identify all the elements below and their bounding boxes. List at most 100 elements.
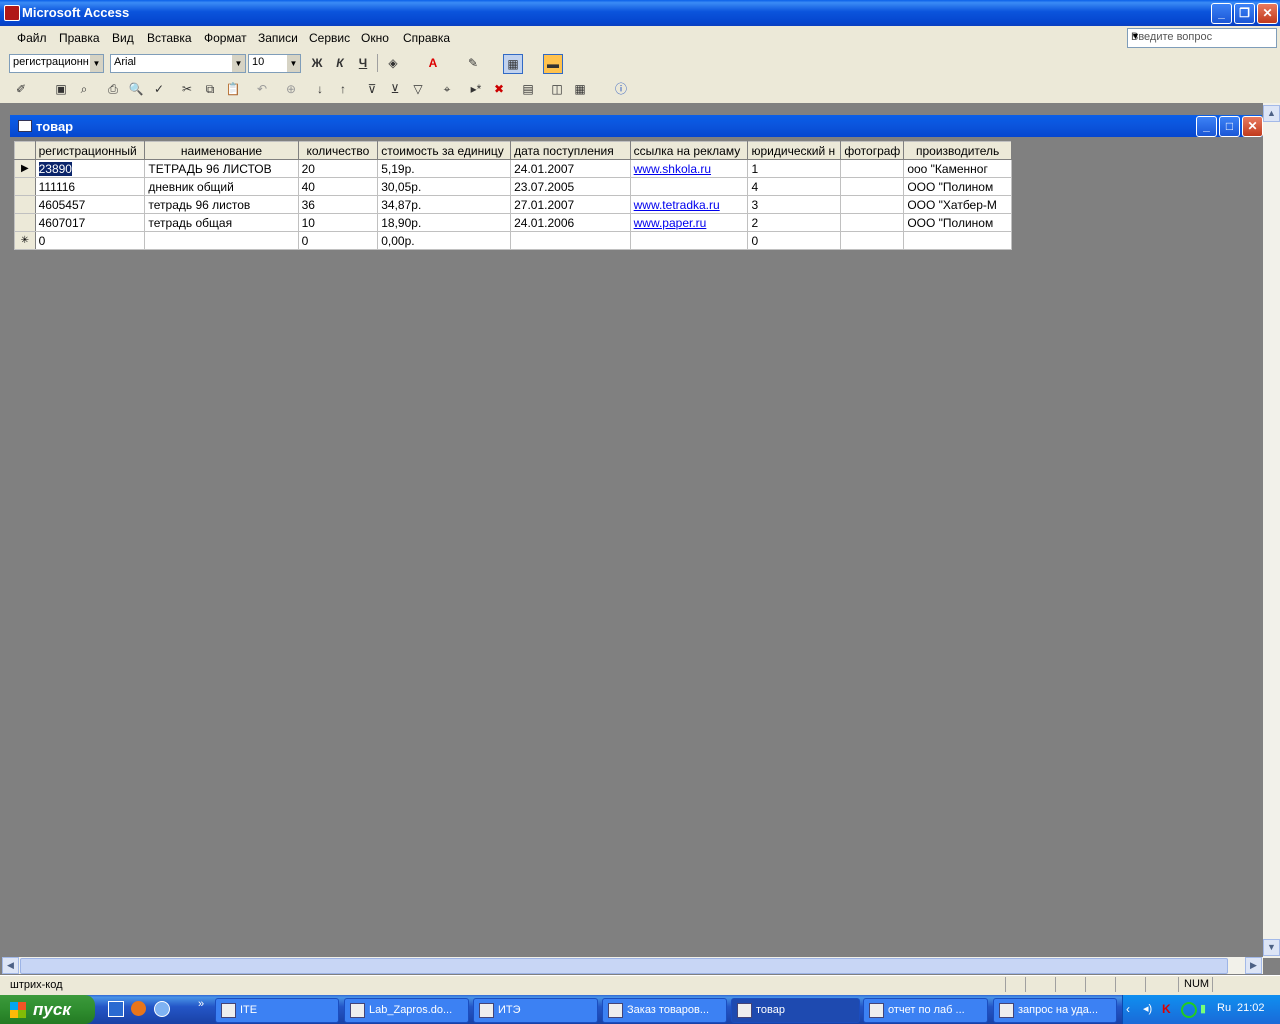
help-icon[interactable]: ⓘ: [612, 80, 630, 98]
ad-link[interactable]: www.shkola.ru: [634, 162, 711, 176]
table-cell[interactable]: [629, 177, 749, 196]
minimize-button[interactable]: _: [1211, 3, 1232, 24]
column-header[interactable]: регистрационный: [34, 141, 146, 160]
table-cell[interactable]: [840, 195, 905, 214]
menu-records[interactable]: Записи: [258, 31, 298, 45]
child-maximize-button[interactable]: □: [1219, 116, 1240, 137]
scroll-thumb[interactable]: [20, 958, 1228, 974]
table-cell[interactable]: 30,05р.: [377, 177, 512, 196]
column-header[interactable]: ссылка на рекламу: [629, 141, 749, 160]
scroll-up-icon[interactable]: ▲: [1263, 105, 1280, 122]
signal-icon[interactable]: ▮: [1200, 1002, 1206, 1015]
record-selector[interactable]: [14, 177, 36, 196]
table-cell[interactable]: 0: [297, 231, 379, 250]
column-header[interactable]: количество: [297, 141, 379, 160]
table-cell[interactable]: 4607017: [34, 213, 146, 232]
special-effect-icon[interactable]: ▬: [543, 54, 563, 74]
table-cell[interactable]: [144, 231, 299, 250]
table-cell[interactable]: [510, 231, 631, 250]
table-cell[interactable]: 23.07.2005: [510, 177, 631, 196]
sort-ascending-icon[interactable]: ↓: [311, 80, 329, 98]
table-cell[interactable]: [840, 159, 905, 178]
spelling-icon[interactable]: ✓: [150, 80, 168, 98]
chevron-down-icon[interactable]: ▼: [1131, 31, 1274, 41]
table-cell[interactable]: 23890: [34, 159, 146, 178]
ad-link[interactable]: www.paper.ru: [634, 216, 707, 230]
file-search-icon[interactable]: ⌕: [75, 80, 93, 98]
new-record-icon[interactable]: ✳: [14, 231, 36, 250]
column-header[interactable]: юридический н: [747, 141, 842, 160]
table-cell[interactable]: 10: [297, 213, 379, 232]
delete-record-icon[interactable]: ✖: [490, 80, 508, 98]
antivirus-icon[interactable]: K: [1162, 1002, 1171, 1016]
table-cell[interactable]: 1: [747, 159, 842, 178]
table-cell[interactable]: 34,87р.: [377, 195, 512, 214]
column-header[interactable]: фотограф: [840, 141, 905, 160]
apply-filter-icon[interactable]: ▽: [409, 80, 427, 98]
menu-help[interactable]: Справка: [403, 31, 450, 45]
child-close-button[interactable]: ✕: [1242, 116, 1263, 137]
view-design-icon[interactable]: ✐: [12, 80, 30, 98]
table-cell[interactable]: www.paper.ru: [629, 213, 749, 232]
print-preview-icon[interactable]: 🔍: [127, 80, 145, 98]
ad-link[interactable]: www.tetradka.ru: [634, 198, 720, 212]
underline-button[interactable]: Ч: [354, 54, 372, 72]
table-cell[interactable]: www.tetradka.ru: [629, 195, 749, 214]
paste-icon[interactable]: 📋: [224, 80, 242, 98]
table-cell[interactable]: 24.01.2007: [510, 159, 631, 178]
chevron-down-icon[interactable]: ▼: [90, 55, 103, 72]
menu-edit[interactable]: Правка: [59, 31, 100, 45]
task-button[interactable]: отчет по лаб ...: [863, 998, 988, 1023]
column-header[interactable]: стоимость за единицу: [377, 141, 512, 160]
show-desktop-icon[interactable]: [108, 1001, 124, 1017]
column-header[interactable]: дата поступления: [510, 141, 631, 160]
filter-by-form-icon[interactable]: ⊻: [386, 80, 404, 98]
table-cell[interactable]: [903, 231, 1012, 250]
task-button-active[interactable]: товар: [731, 998, 860, 1023]
menu-file[interactable]: Файл: [17, 31, 47, 45]
properties-icon[interactable]: ▤: [519, 80, 537, 98]
table-cell[interactable]: тетрадь 96 листов: [144, 195, 299, 214]
cut-icon[interactable]: ✂: [178, 80, 196, 98]
task-button[interactable]: Lab_Zapros.do...: [344, 998, 469, 1023]
select-all-corner[interactable]: [14, 141, 36, 160]
task-button[interactable]: Заказ товаров...: [602, 998, 727, 1023]
internet-explorer-icon[interactable]: [154, 1001, 170, 1017]
vertical-scrollbar[interactable]: ▲ ▼: [1263, 103, 1280, 958]
table-cell[interactable]: 5,19р.: [377, 159, 512, 178]
table-cell[interactable]: ООО "Полином: [903, 213, 1012, 232]
new-object-icon[interactable]: ▦: [571, 80, 589, 98]
font-size-selector[interactable]: 10 ▼: [248, 54, 301, 73]
database-window-icon[interactable]: ◫: [548, 80, 566, 98]
menu-tools[interactable]: Сервис: [309, 31, 350, 45]
new-record-icon[interactable]: ▸*: [467, 80, 485, 98]
chevron-down-icon[interactable]: ▼: [232, 55, 245, 72]
menu-insert[interactable]: Вставка: [147, 31, 192, 45]
table-cell[interactable]: 27.01.2007: [510, 195, 631, 214]
child-minimize-button[interactable]: _: [1196, 116, 1217, 137]
record-selector[interactable]: [14, 213, 36, 232]
table-cell[interactable]: 2: [747, 213, 842, 232]
save-icon[interactable]: ▣: [52, 80, 70, 98]
find-icon[interactable]: ⌖: [438, 80, 456, 98]
table-cell[interactable]: ООО "Хатбер-М: [903, 195, 1012, 214]
table-cell[interactable]: 24.01.2006: [510, 213, 631, 232]
restore-button[interactable]: ❐: [1234, 3, 1255, 24]
task-button[interactable]: запрос на уда...: [993, 998, 1117, 1023]
table-cell[interactable]: ТЕТРАДЬ 96 ЛИСТОВ: [144, 159, 299, 178]
table-cell[interactable]: 20: [297, 159, 379, 178]
menu-window[interactable]: Окно: [361, 31, 389, 45]
network-status-icon[interactable]: [1181, 1002, 1197, 1018]
access-app-icon[interactable]: [4, 5, 20, 21]
gridlines-icon[interactable]: ▦: [503, 54, 523, 74]
scroll-left-icon[interactable]: ◀: [2, 957, 19, 974]
table-cell[interactable]: 0,00р.: [377, 231, 512, 250]
close-button[interactable]: ✕: [1257, 3, 1278, 24]
hyperlink-icon[interactable]: ⊕: [282, 80, 300, 98]
horizontal-scrollbar[interactable]: ◀ ▶: [2, 957, 1263, 974]
quick-launch-expand-icon[interactable]: »: [198, 998, 204, 1010]
table-cell[interactable]: 3: [747, 195, 842, 214]
table-cell[interactable]: 40: [297, 177, 379, 196]
table-cell[interactable]: 4605457: [34, 195, 146, 214]
italic-button[interactable]: К: [331, 54, 349, 72]
